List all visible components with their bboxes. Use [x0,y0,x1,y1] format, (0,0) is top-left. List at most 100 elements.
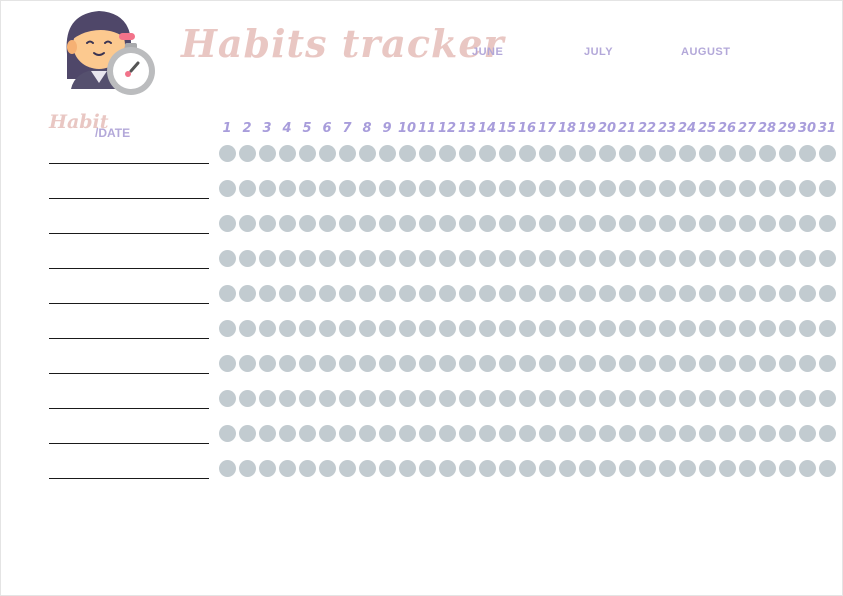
habit-name-line[interactable] [49,163,209,164]
habit-day-dot[interactable] [759,320,776,337]
habit-day-dot[interactable] [359,145,376,162]
habit-day-dot[interactable] [439,425,456,442]
habit-day-dot[interactable] [819,320,836,337]
habit-day-dot[interactable] [699,425,716,442]
habit-day-dot[interactable] [219,285,236,302]
habit-day-dot[interactable] [279,390,296,407]
habit-day-dot[interactable] [699,250,716,267]
habit-name-line[interactable] [49,233,209,234]
habit-name-line[interactable] [49,198,209,199]
habit-day-dot[interactable] [419,250,436,267]
habit-day-dot[interactable] [579,425,596,442]
habit-day-dot[interactable] [819,215,836,232]
habit-day-dot[interactable] [219,180,236,197]
habit-day-dot[interactable] [459,320,476,337]
habit-day-dot[interactable] [679,285,696,302]
habit-day-dot[interactable] [299,355,316,372]
habit-day-dot[interactable] [539,180,556,197]
habit-day-dot[interactable] [319,285,336,302]
habit-day-dot[interactable] [639,425,656,442]
habit-day-dot[interactable] [219,425,236,442]
habit-day-dot[interactable] [379,425,396,442]
habit-day-dot[interactable] [399,390,416,407]
habit-day-dot[interactable] [459,145,476,162]
habit-day-dot[interactable] [479,250,496,267]
habit-day-dot[interactable] [819,460,836,477]
habit-day-dot[interactable] [739,215,756,232]
habit-day-dot[interactable] [559,285,576,302]
habit-day-dot[interactable] [459,180,476,197]
habit-day-dot[interactable] [519,460,536,477]
habit-day-dot[interactable] [639,145,656,162]
habit-day-dot[interactable] [319,180,336,197]
habit-day-dot[interactable] [599,460,616,477]
habit-day-dot[interactable] [759,285,776,302]
habit-day-dot[interactable] [219,320,236,337]
habit-day-dot[interactable] [499,215,516,232]
habit-day-dot[interactable] [319,390,336,407]
habit-day-dot[interactable] [599,390,616,407]
habit-day-dot[interactable] [259,250,276,267]
habit-day-dot[interactable] [359,320,376,337]
habit-day-dot[interactable] [779,425,796,442]
habit-name-line[interactable] [49,268,209,269]
habit-day-dot[interactable] [379,320,396,337]
habit-day-dot[interactable] [819,425,836,442]
habit-day-dot[interactable] [439,320,456,337]
habit-day-dot[interactable] [479,425,496,442]
habit-day-dot[interactable] [619,285,636,302]
habit-day-dot[interactable] [299,285,316,302]
habit-day-dot[interactable] [259,460,276,477]
habit-day-dot[interactable] [779,460,796,477]
habit-day-dot[interactable] [299,320,316,337]
habit-day-dot[interactable] [499,320,516,337]
habit-day-dot[interactable] [579,355,596,372]
habit-day-dot[interactable] [399,180,416,197]
habit-day-dot[interactable] [359,460,376,477]
habit-day-dot[interactable] [499,425,516,442]
habit-day-dot[interactable] [559,180,576,197]
habit-day-dot[interactable] [319,425,336,442]
habit-day-dot[interactable] [479,180,496,197]
habit-day-dot[interactable] [759,145,776,162]
habit-day-dot[interactable] [799,145,816,162]
habit-day-dot[interactable] [779,390,796,407]
habit-day-dot[interactable] [439,250,456,267]
habit-day-dot[interactable] [479,320,496,337]
habit-day-dot[interactable] [759,250,776,267]
habit-day-dot[interactable] [659,285,676,302]
habit-day-dot[interactable] [699,145,716,162]
habit-day-dot[interactable] [679,145,696,162]
habit-day-dot[interactable] [339,390,356,407]
habit-day-dot[interactable] [799,320,816,337]
habit-day-dot[interactable] [759,460,776,477]
habit-day-dot[interactable] [259,145,276,162]
habit-day-dot[interactable] [619,215,636,232]
habit-day-dot[interactable] [379,460,396,477]
habit-day-dot[interactable] [259,320,276,337]
habit-day-dot[interactable] [299,250,316,267]
habit-day-dot[interactable] [259,285,276,302]
habit-day-dot[interactable] [299,460,316,477]
habit-day-dot[interactable] [219,215,236,232]
habit-day-dot[interactable] [699,180,716,197]
habit-day-dot[interactable] [819,355,836,372]
habit-day-dot[interactable] [239,425,256,442]
habit-day-dot[interactable] [499,180,516,197]
habit-day-dot[interactable] [699,215,716,232]
habit-day-dot[interactable] [299,425,316,442]
habit-day-dot[interactable] [639,355,656,372]
habit-day-dot[interactable] [819,250,836,267]
habit-day-dot[interactable] [619,320,636,337]
habit-day-dot[interactable] [439,460,456,477]
habit-day-dot[interactable] [619,425,636,442]
habit-day-dot[interactable] [239,250,256,267]
habit-day-dot[interactable] [419,460,436,477]
habit-day-dot[interactable] [319,250,336,267]
habit-day-dot[interactable] [739,320,756,337]
habit-day-dot[interactable] [539,390,556,407]
habit-day-dot[interactable] [479,355,496,372]
habit-day-dot[interactable] [219,250,236,267]
habit-day-dot[interactable] [799,215,816,232]
habit-day-dot[interactable] [599,355,616,372]
